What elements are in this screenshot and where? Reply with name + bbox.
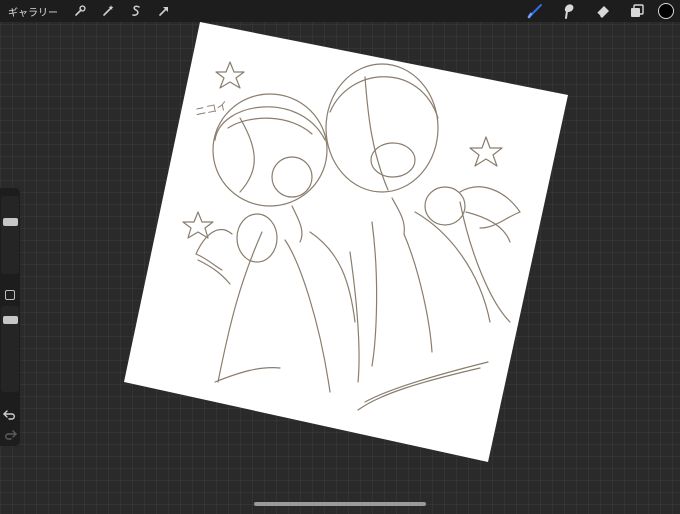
eraser-icon[interactable]	[594, 2, 612, 20]
home-indicator[interactable]	[254, 502, 426, 506]
brush-size-thumb[interactable]	[3, 218, 18, 226]
brush-size-slider[interactable]	[1, 196, 19, 274]
opacity-thumb[interactable]	[3, 316, 18, 324]
right-tools	[518, 0, 680, 22]
drawing-canvas[interactable]: ニコイ	[0, 22, 680, 510]
redo-icon[interactable]	[3, 426, 17, 440]
smudge-icon[interactable]	[560, 2, 578, 20]
opacity-slider[interactable]	[1, 306, 19, 392]
transform-arrow-icon[interactable]	[157, 4, 171, 18]
canvas-paper	[124, 22, 568, 462]
canvas-area[interactable]: ニコイ	[0, 22, 680, 510]
brush-icon[interactable]	[526, 2, 544, 20]
gallery-button[interactable]: ギャラリー	[8, 4, 58, 19]
top-toolbar: ギャラリー	[0, 0, 680, 22]
magic-wand-icon[interactable]	[101, 4, 115, 18]
color-picker-swatch[interactable]	[658, 3, 674, 19]
wrench-icon[interactable]	[73, 4, 87, 18]
left-sidebar	[0, 188, 20, 446]
selection-icon[interactable]	[129, 4, 143, 18]
modifier-button[interactable]	[5, 290, 15, 300]
layers-icon[interactable]	[628, 2, 646, 20]
undo-icon[interactable]	[3, 406, 17, 420]
